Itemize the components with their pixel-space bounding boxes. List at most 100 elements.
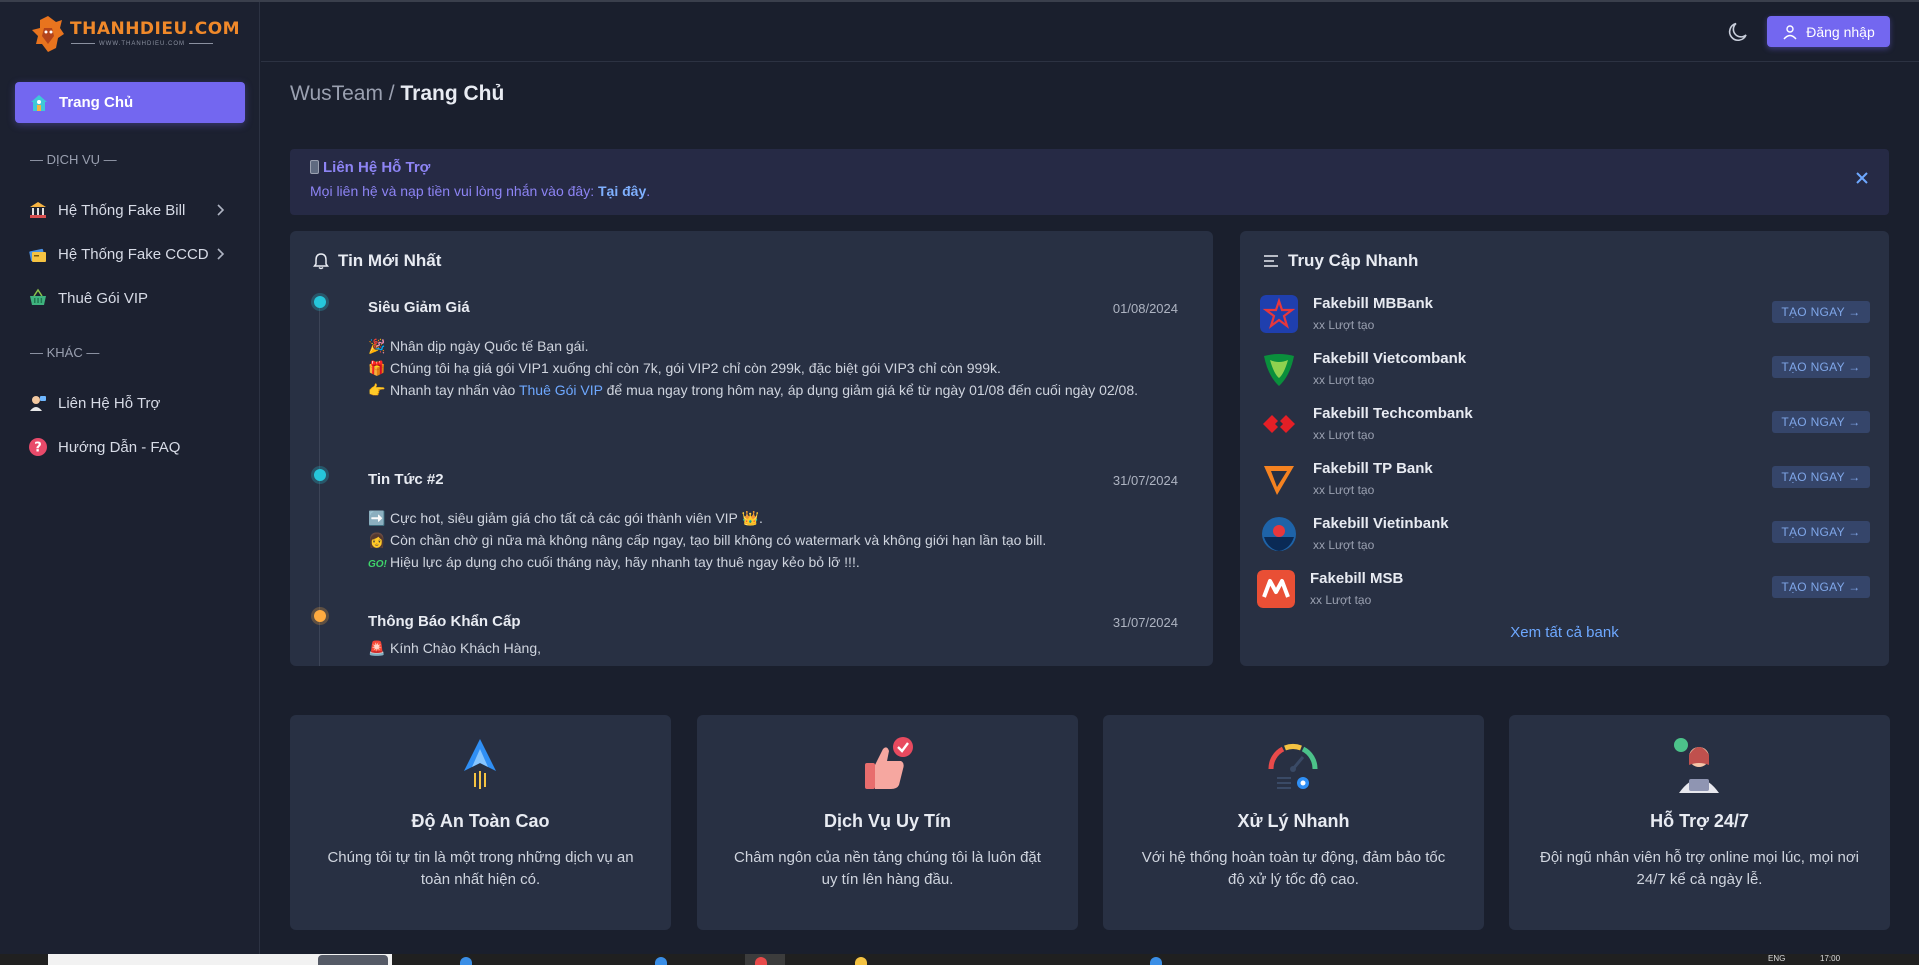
news-item-date: 01/08/2024	[1112, 301, 1178, 316]
see-all-banks-link[interactable]: Xem tất cả bank	[1240, 624, 1889, 641]
crown-icon: 👑	[741, 510, 759, 526]
page-title: Trang Chủ	[400, 82, 505, 105]
alert-text: Mọi liên hệ và nạp tiền vui lòng nhắn và…	[310, 183, 650, 199]
bank-name: Fakebill Techcombank	[1313, 405, 1473, 422]
thumbs-up-icon	[865, 737, 913, 789]
create-now-button[interactable]: TẠO NGAY →	[1772, 576, 1870, 598]
create-now-button[interactable]: TẠO NGAY →	[1772, 466, 1870, 488]
taskbar-clock[interactable]: 17:00	[1820, 954, 1840, 963]
alert-link[interactable]: Tại đây	[598, 183, 646, 199]
news-item: Tin Tức #2 31/07/2024 ➡️ Cực hot, siêu gi…	[368, 471, 1178, 576]
create-now-button[interactable]: TẠO NGAY →	[1772, 301, 1870, 323]
gift-icon: 🎁	[368, 360, 386, 376]
create-now-button[interactable]: TẠO NGAY →	[1772, 411, 1870, 433]
feature-desc: Đội ngũ nhân viên hỗ trợ online mọi lúc,…	[1539, 849, 1859, 888]
go-icon: GO!	[368, 559, 387, 570]
taskbar-language[interactable]: ENG	[1768, 954, 1785, 963]
vip-link[interactable]: Thuê Gói VIP	[519, 382, 603, 398]
sidebar-item-support[interactable]: Liên Hệ Hỗ Trợ	[28, 389, 238, 417]
bank-row-msb[interactable]: Fakebill MSB xx Lượt tạo TẠO NGAY →	[1257, 568, 1870, 614]
sidebar-item-fake-cccd[interactable]: Hệ Thống Fake CCCD	[28, 240, 238, 268]
login-button[interactable]: Đăng nhập	[1767, 16, 1890, 47]
sidebar-item-faq[interactable]: ? Hướng Dẫn - FAQ	[28, 433, 238, 461]
user-icon	[1783, 24, 1797, 39]
bank-name: Fakebill Vietcombank	[1313, 350, 1467, 367]
party-icon: 🎉	[368, 338, 386, 354]
id-card-icon	[29, 248, 46, 262]
news-line: Cực hot, siêu giảm giá cho tất cả các gó…	[390, 510, 738, 526]
bank-row-mbbank[interactable]: Fakebill MBBank xx Lượt tạo TẠO NGAY →	[1260, 293, 1870, 339]
breadcrumb-root[interactable]: WusTeam /	[290, 82, 400, 105]
close-icon[interactable]	[1853, 169, 1871, 187]
news-item-title: Siêu Giảm Giá	[368, 299, 470, 316]
taskbar-app-icon[interactable]	[460, 957, 472, 965]
feature-card-support: Hỗ Trợ 24/7 Đội ngũ nhân viên hỗ trợ onl…	[1509, 715, 1890, 930]
timeline-dot	[311, 466, 329, 484]
bank-row-tpbank[interactable]: Fakebill TP Bank xx Lượt tạo TẠO NGAY →	[1260, 458, 1870, 504]
news-line: Nhân dịp ngày Quốc tế Bạn gái.	[390, 338, 589, 354]
feature-desc: Với hệ thống hoàn toàn tự động, đảm bảo …	[1141, 849, 1446, 888]
sidebar-item-label: Hệ Thống Fake CCCD	[58, 245, 209, 263]
sidebar-item-home[interactable]: Trang Chủ	[15, 82, 245, 123]
news-line: Nhanh tay nhấn vào	[390, 382, 519, 398]
news-line: Còn chần chờ gì nữa mà không nâng cấp ng…	[390, 532, 1047, 548]
home-icon	[31, 94, 47, 111]
bank-name: Fakebill Vietinbank	[1313, 515, 1449, 532]
bank-count: xx Lượt tạo	[1313, 428, 1375, 442]
feature-title: Độ An Toàn Cao	[411, 811, 550, 831]
phone-icon	[310, 160, 319, 174]
moon-icon[interactable]	[1726, 20, 1750, 44]
msb-logo-icon	[1257, 570, 1295, 608]
vietinbank-logo-icon	[1262, 517, 1296, 551]
taskbar-app-icon[interactable]	[755, 957, 767, 965]
sidebar-item-label: Hướng Dẫn - FAQ	[58, 438, 181, 456]
feature-title: Dịch Vụ Uy Tín	[823, 811, 951, 831]
bank-row-vietcombank[interactable]: Fakebill Vietcombank xx Lượt tạo TẠO NGA…	[1260, 348, 1870, 394]
create-now-button[interactable]: TẠO NGAY →	[1772, 521, 1870, 543]
quick-panel-title: Truy Cập Nhanh	[1262, 251, 1418, 271]
quick-title: Truy Cập Nhanh	[1288, 251, 1419, 270]
news-panel-title: Tin Mới Nhất	[312, 251, 441, 271]
support-agent-icon	[1674, 738, 1719, 793]
basket-icon	[30, 288, 46, 305]
bank-row-vietinbank[interactable]: Fakebill Vietinbank xx Lượt tạo TẠO NGAY…	[1260, 513, 1870, 559]
sidebar-item-label: Liên Hệ Hỗ Trợ	[58, 394, 161, 412]
svg-text:?: ?	[34, 441, 42, 456]
news-item-body: ➡️ Cực hot, siêu giảm giá cho tất cả các …	[368, 507, 1178, 576]
create-now-button[interactable]: TẠO NGAY →	[1772, 356, 1870, 378]
sidebar-item-label: Thuê Gói VIP	[58, 289, 149, 307]
bank-row-techcombank[interactable]: Fakebill Techcombank xx Lượt tạo TẠO NGA…	[1260, 403, 1870, 449]
sidebar-item-vip[interactable]: Thuê Gói VIP	[28, 284, 238, 312]
news-item-date: 31/07/2024	[1112, 473, 1178, 488]
bank-count: xx Lượt tạo	[1313, 483, 1375, 497]
sidebar-item-fake-bill[interactable]: Hệ Thống Fake Bill	[28, 196, 238, 224]
point-right-icon: 👉	[368, 382, 386, 398]
news-item-title: Tin Tức #2	[368, 471, 444, 488]
news-item-title: Thông Báo Khẩn Cấp	[368, 613, 521, 630]
alert-end: .	[646, 183, 651, 199]
section-label-other: — KHÁC —	[30, 345, 100, 360]
brand-tagline: WWW.THANHDIEU.COM	[67, 41, 217, 47]
timeline-dot	[311, 293, 329, 311]
feature-desc: Châm ngôn của nền tảng chúng tôi là luôn…	[734, 849, 1041, 888]
taskbar-app-icon[interactable]	[855, 957, 867, 965]
top-header	[261, 2, 1919, 62]
question-icon: ?	[29, 438, 47, 456]
bank-count: xx Lượt tạo	[1313, 538, 1375, 552]
feature-card-speed: Xử Lý Nhanh Với hệ thống hoàn toàn tự độ…	[1103, 715, 1484, 930]
support-agent-icon	[30, 396, 46, 411]
alert-message: Mọi liên hệ và nạp tiền vui lòng nhắn và…	[310, 183, 598, 199]
news-item-date: 31/07/2024	[1112, 615, 1178, 630]
taskbar-app-icon[interactable]	[1150, 957, 1162, 965]
sidebar-item-label: Hệ Thống Fake Bill	[58, 201, 186, 219]
techcombank-logo-icon	[1263, 415, 1295, 433]
brand-logo[interactable]: THANHDIEU.COM WWW.THANHDIEU.COM	[30, 14, 240, 54]
news-item: Siêu Giảm Giá 01/08/2024 🎉 Nhân dịp ngày …	[368, 299, 1178, 401]
news-item: Thông Báo Khẩn Cấp 31/07/2024 🚨 Kính Chào…	[368, 613, 1178, 659]
speedometer-icon	[1268, 744, 1318, 789]
taskbar-app-icon[interactable]	[655, 957, 667, 965]
person-icon: 👩	[368, 532, 386, 548]
feature-title: Hỗ Trợ 24/7	[1650, 811, 1749, 831]
taskbar-thumbnail	[318, 955, 388, 965]
bank-icon	[30, 202, 46, 218]
